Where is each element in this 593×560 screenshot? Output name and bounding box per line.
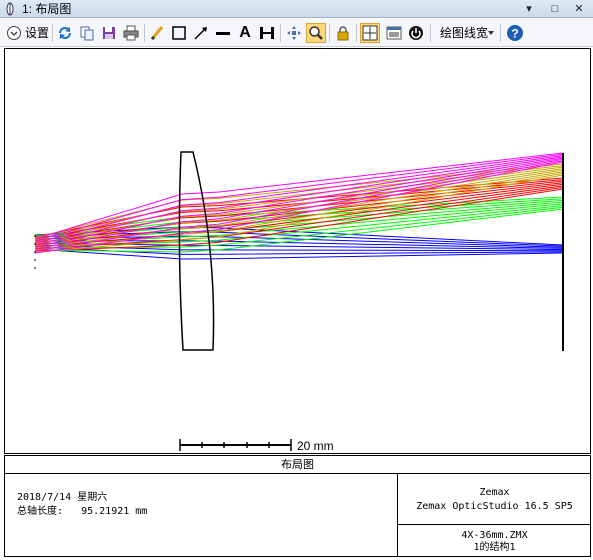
- window-title: 1: 布局图: [22, 2, 72, 16]
- axis-length-value: 95.21921 mm: [81, 506, 148, 517]
- lock-icon[interactable]: [333, 23, 353, 43]
- line-icon[interactable]: [213, 23, 233, 43]
- toolbar-separator: [329, 24, 330, 42]
- fit-view-icon[interactable]: [360, 23, 380, 43]
- text-tool-icon[interactable]: A: [235, 23, 255, 43]
- footer-program: Zemax OpticStudio 16.5 SP5: [416, 501, 573, 512]
- refresh-icon[interactable]: [55, 23, 75, 43]
- layout-window-icon[interactable]: [384, 23, 404, 43]
- save-icon[interactable]: [99, 23, 119, 43]
- footer-divider: [397, 524, 590, 525]
- footer-info: 2018/7/14 星期六 总轴长度: 95.21921 mm: [17, 491, 147, 519]
- plot-footer: 布局图 2018/7/14 星期六 总轴长度: 95.21921 mm Zema…: [4, 455, 591, 557]
- toolbar-separator: [430, 24, 431, 42]
- footer-file: 4X-36mm.ZMX: [461, 530, 528, 541]
- layout-plot: 20 mm: [34, 151, 564, 453]
- axis-length-label: 总轴长度:: [17, 506, 64, 517]
- settings-button[interactable]: 设置: [25, 25, 49, 41]
- window-menu-dropdown-icon[interactable]: ▾: [518, 0, 540, 18]
- arrow-icon[interactable]: [191, 23, 211, 43]
- toolbar-separator: [280, 24, 281, 42]
- footer-file-info: 4X-36mm.ZMX 1的结构1: [398, 530, 591, 554]
- window-title-bar: 1: 布局图 ▾ □ ✕: [0, 0, 593, 18]
- print-icon[interactable]: [121, 23, 141, 43]
- pan-icon[interactable]: [284, 23, 304, 43]
- rectangle-icon[interactable]: [169, 23, 189, 43]
- copy-icon[interactable]: [77, 23, 97, 43]
- help-glyph: ?: [511, 27, 518, 41]
- toolbar-separator: [52, 24, 53, 42]
- footer-date: 2018/7/14 星期六: [17, 492, 108, 503]
- window-app-icon: [6, 2, 14, 16]
- footer-config: 1的结构1: [473, 542, 516, 553]
- dropdown-arrow-icon[interactable]: [488, 31, 494, 35]
- plot-caption: 布局图: [5, 456, 590, 474]
- window-close-icon[interactable]: ✕: [568, 0, 590, 18]
- ray-fan-5: [34, 152, 564, 254]
- toolbar-separator: [356, 24, 357, 42]
- zoom-icon[interactable]: [306, 23, 326, 43]
- footer-program-info: Zemax Zemax OpticStudio 16.5 SP5: [398, 486, 591, 514]
- window-restore-icon[interactable]: □: [544, 0, 566, 18]
- dimension-icon[interactable]: [257, 23, 277, 43]
- footer-company: Zemax: [479, 487, 510, 498]
- help-icon[interactable]: ?: [505, 23, 525, 43]
- settings-chevron-icon[interactable]: [4, 23, 24, 43]
- line-width-button[interactable]: 绘图线宽: [440, 25, 488, 41]
- toolbar-separator: [500, 24, 501, 42]
- toolbar: 设置 A 绘图线宽 ?: [0, 19, 593, 47]
- layout-plot-area: 20 mm: [4, 48, 591, 454]
- scale-bar-label: 20 mm: [297, 439, 334, 453]
- power-icon[interactable]: [406, 23, 426, 43]
- toolbar-separator: [144, 24, 145, 42]
- pencil-icon[interactable]: [147, 23, 167, 43]
